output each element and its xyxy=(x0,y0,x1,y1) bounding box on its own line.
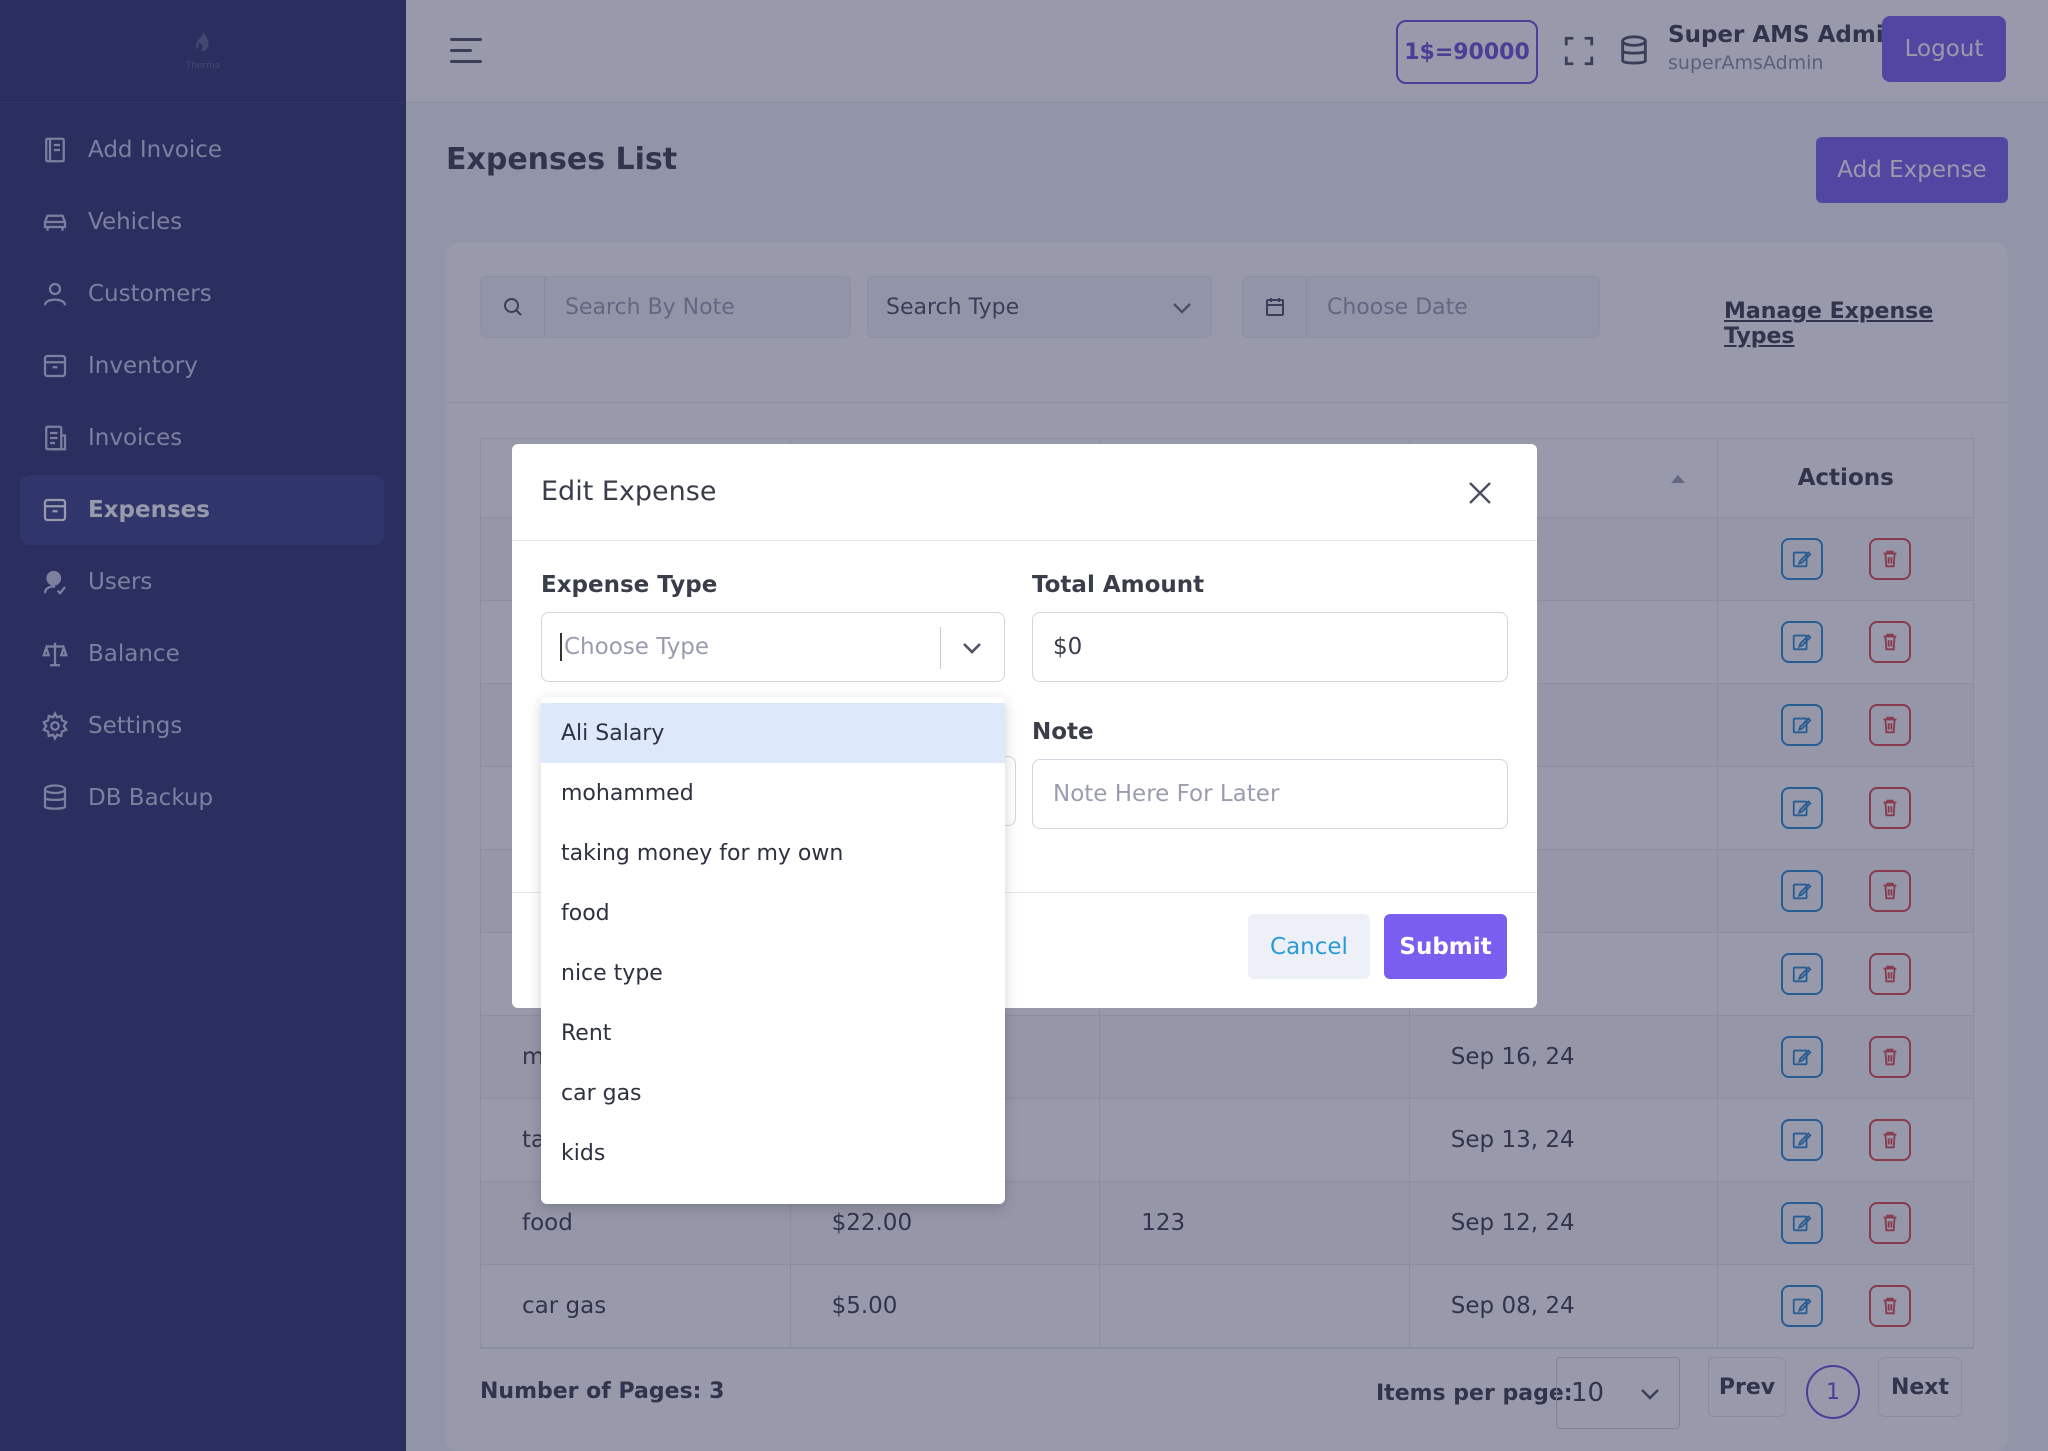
submit-button[interactable]: Submit xyxy=(1384,914,1507,979)
dropdown-option[interactable]: kids xyxy=(541,1123,1005,1183)
note-label: Note xyxy=(1032,719,1094,745)
select-separator xyxy=(940,627,941,669)
dropdown-option[interactable]: nice type xyxy=(541,943,1005,1003)
total-amount-input[interactable]: $0 xyxy=(1032,612,1508,682)
dropdown-option[interactable]: Ali Salary xyxy=(541,703,1005,763)
text-caret xyxy=(560,633,562,661)
expense-type-label: Expense Type xyxy=(541,572,718,598)
expense-type-select[interactable]: Choose Type xyxy=(541,612,1005,682)
dropdown-option[interactable]: taking money for my own xyxy=(541,823,1005,883)
expense-type-dropdown: Ali Salary mohammed taking money for my ow… xyxy=(541,697,1005,1204)
modal-header: Edit Expense xyxy=(512,444,1537,541)
total-amount-label: Total Amount xyxy=(1032,572,1205,598)
note-input[interactable]: Note Here For Later xyxy=(1032,759,1508,829)
chevron-down-icon[interactable] xyxy=(960,639,984,657)
dropdown-option[interactable]: car gas xyxy=(541,1063,1005,1123)
dropdown-option[interactable]: Rent xyxy=(541,1003,1005,1063)
dropdown-option[interactable]: food xyxy=(541,883,1005,943)
close-icon[interactable] xyxy=(1467,480,1493,506)
expense-type-placeholder: Choose Type xyxy=(564,634,710,660)
dropdown-option[interactable]: mohammed xyxy=(541,763,1005,823)
modal-title: Edit Expense xyxy=(541,476,717,507)
cancel-button[interactable]: Cancel xyxy=(1248,914,1370,979)
